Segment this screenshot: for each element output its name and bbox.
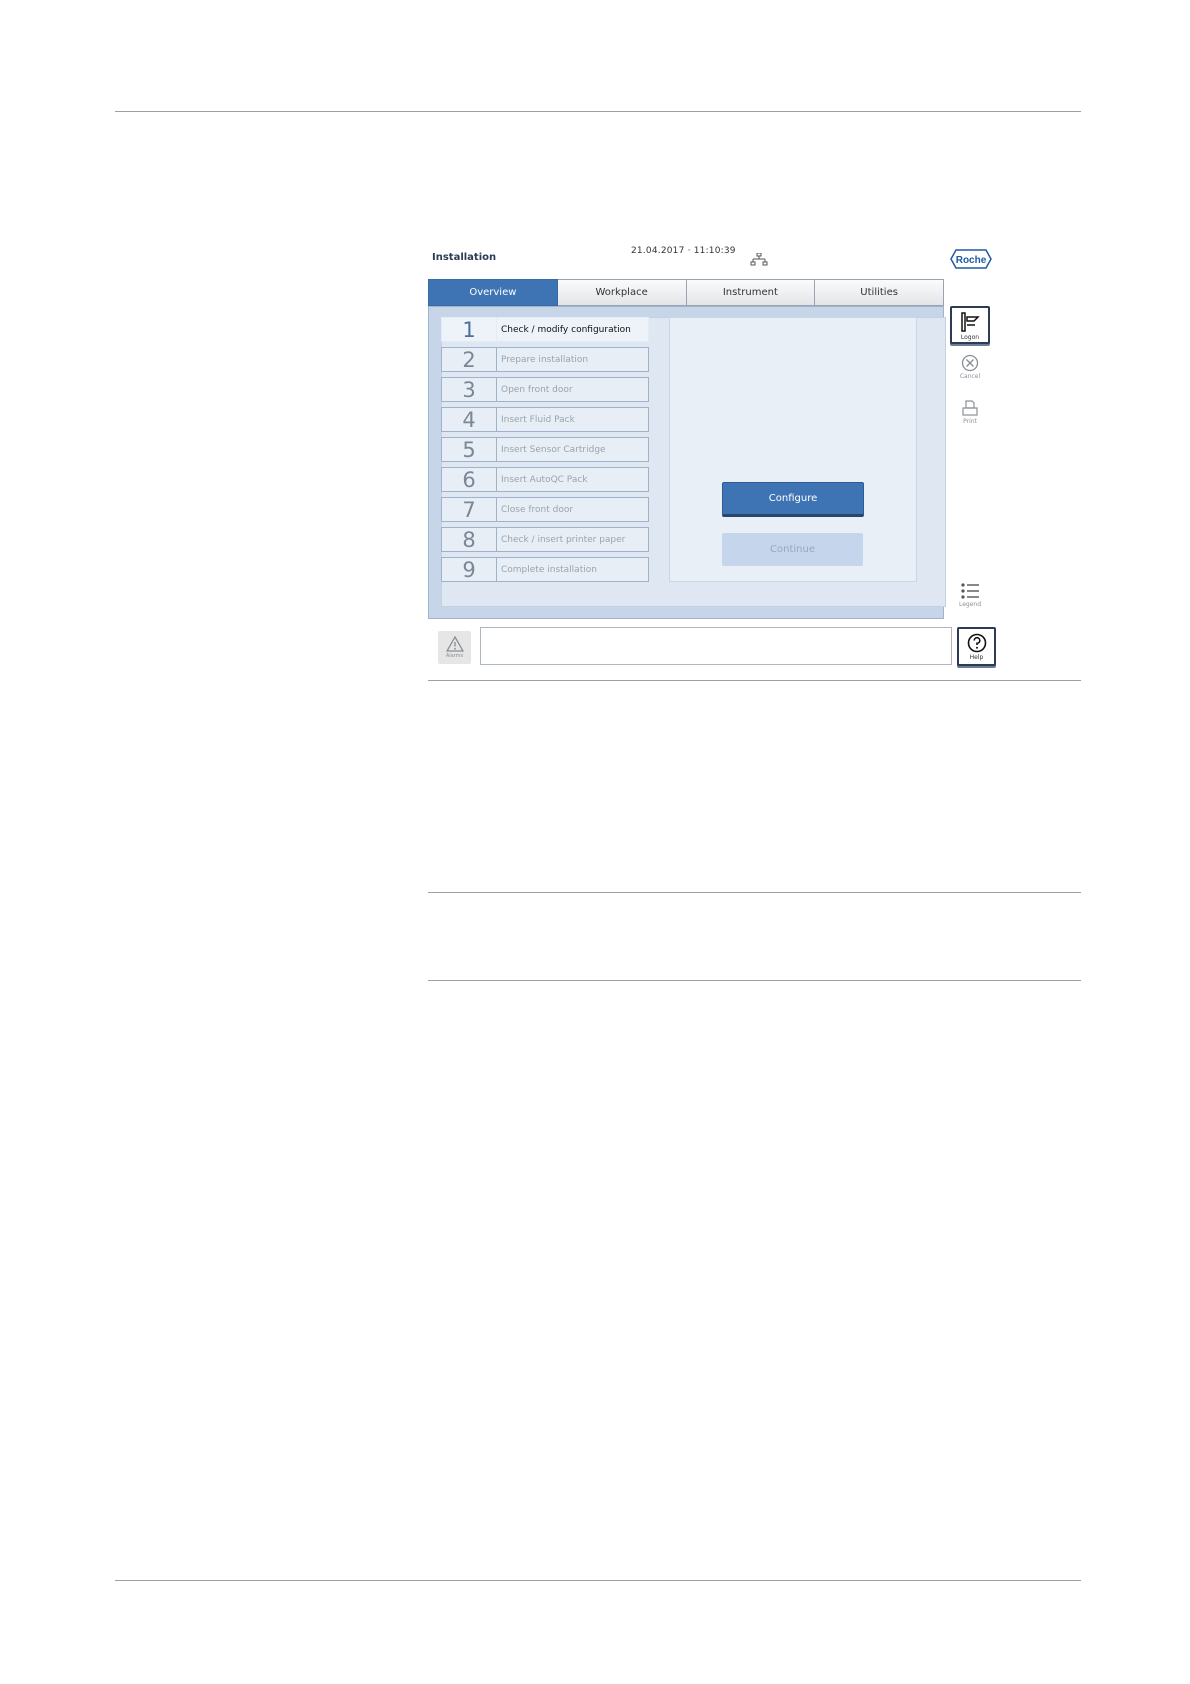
instrument-screen: Installation 21.04.2017 · 11:10:39 Roche… bbox=[428, 243, 998, 670]
main-tabs: Overview Workplace Instrument Utilities bbox=[428, 279, 944, 306]
step-label: Insert Sensor Cartridge bbox=[501, 445, 606, 455]
legend-icon bbox=[961, 583, 979, 599]
step-number: 2 bbox=[442, 348, 497, 372]
step-number: 4 bbox=[442, 408, 497, 432]
message-field bbox=[480, 627, 952, 665]
tab-instrument[interactable]: Instrument bbox=[686, 279, 816, 306]
step-label: Close front door bbox=[501, 505, 574, 515]
step-3[interactable]: 3 Open front door bbox=[441, 377, 649, 402]
step-2[interactable]: 2 Prepare installation bbox=[441, 347, 649, 372]
alarms-button[interactable]: Alarms bbox=[438, 631, 471, 664]
step-5[interactable]: 5 Insert Sensor Cartridge bbox=[441, 437, 649, 462]
print-button[interactable]: Print bbox=[950, 399, 990, 425]
configure-button[interactable]: Configure bbox=[722, 482, 864, 517]
step-4[interactable]: 4 Insert Fluid Pack bbox=[441, 407, 649, 432]
tab-overview[interactable]: Overview bbox=[428, 279, 558, 306]
section-rule-2 bbox=[428, 980, 1081, 981]
legend-label: Legend bbox=[958, 601, 982, 608]
cancel-icon bbox=[961, 354, 979, 372]
svg-text:Roche: Roche bbox=[956, 255, 987, 266]
tab-workplace[interactable]: Workplace bbox=[557, 279, 687, 306]
action-panel: Configure Continue bbox=[669, 317, 917, 582]
tab-utilities[interactable]: Utilities bbox=[815, 279, 944, 306]
step-number: 7 bbox=[442, 498, 497, 522]
cancel-label: Cancel bbox=[959, 373, 981, 380]
step-6[interactable]: 6 Insert AutoQC Pack bbox=[441, 467, 649, 492]
step-label: Check / modify configuration bbox=[501, 325, 631, 335]
roche-logo: Roche bbox=[950, 249, 992, 269]
figure-bottom-rule bbox=[428, 680, 1081, 681]
step-number: 1 bbox=[442, 318, 497, 342]
help-button[interactable]: Help bbox=[957, 627, 996, 666]
print-label: Print bbox=[963, 418, 977, 425]
right-sidebar: Logon Cancel Print Legend bbox=[944, 306, 998, 619]
alarm-icon bbox=[445, 636, 464, 652]
cancel-button[interactable]: Cancel bbox=[950, 354, 990, 380]
step-9[interactable]: 9 Complete installation bbox=[441, 557, 649, 582]
legend-button[interactable]: Legend bbox=[950, 582, 990, 608]
bottom-bar: Alarms Help bbox=[428, 619, 998, 670]
step-label: Prepare installation bbox=[501, 355, 589, 365]
installation-steps: 1 Check / modify configuration 2 Prepare… bbox=[441, 317, 649, 587]
section-rule-1 bbox=[428, 892, 1081, 893]
step-7[interactable]: 7 Close front door bbox=[441, 497, 649, 522]
step-number: 9 bbox=[442, 558, 497, 582]
datetime-display: 21.04.2017 · 11:10:39 bbox=[631, 246, 736, 256]
step-8[interactable]: 8 Check / insert printer paper bbox=[441, 527, 649, 552]
step-number: 3 bbox=[442, 378, 497, 402]
logon-icon bbox=[961, 312, 980, 332]
step-label: Open front door bbox=[501, 385, 573, 395]
logon-button[interactable]: Logon bbox=[950, 306, 990, 344]
page-title: Installation bbox=[432, 252, 497, 263]
alarms-label: Alarms bbox=[445, 653, 464, 659]
step-number: 5 bbox=[442, 438, 497, 462]
step-label: Check / insert printer paper bbox=[501, 535, 626, 545]
network-icon bbox=[750, 253, 768, 266]
header-rule bbox=[115, 111, 1081, 112]
step-label: Insert AutoQC Pack bbox=[501, 475, 588, 485]
content-panel: 1 Check / modify configuration 2 Prepare… bbox=[428, 306, 946, 619]
step-1[interactable]: 1 Check / modify configuration bbox=[441, 317, 649, 342]
step-label: Complete installation bbox=[501, 565, 597, 575]
help-icon bbox=[967, 633, 986, 652]
continue-button[interactable]: Continue bbox=[722, 533, 863, 566]
print-icon bbox=[962, 400, 978, 416]
step-label: Insert Fluid Pack bbox=[501, 415, 575, 425]
step-number: 8 bbox=[442, 528, 497, 552]
footer-rule bbox=[115, 1580, 1081, 1581]
step-number: 6 bbox=[442, 468, 497, 492]
help-label: Help bbox=[969, 653, 984, 661]
logon-label: Logon bbox=[960, 334, 980, 341]
